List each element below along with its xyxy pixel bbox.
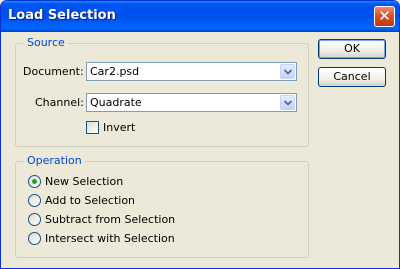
close-button[interactable]: ✕ — [374, 6, 395, 27]
radio-label[interactable]: Subtract from Selection — [45, 213, 175, 226]
dialog-title: Load Selection — [8, 8, 116, 23]
radio-label[interactable]: Add to Selection — [45, 194, 135, 207]
radio-button[interactable] — [28, 213, 41, 226]
document-select[interactable]: Car2.psd — [86, 62, 297, 81]
radio-button[interactable] — [28, 175, 41, 188]
invert-label[interactable]: Invert — [103, 121, 135, 134]
document-value: Car2.psd — [90, 65, 140, 78]
ok-button[interactable]: OK — [318, 39, 386, 59]
chevron-down-icon — [284, 69, 292, 75]
document-label: Document: — [23, 65, 84, 78]
channel-dropdown-button[interactable] — [280, 95, 295, 110]
load-selection-dialog: Load Selection ✕ Source Document: Car2.p… — [0, 0, 400, 269]
source-legend: Source — [24, 36, 68, 50]
chevron-down-icon — [284, 100, 292, 106]
source-group: Source Document: Car2.psd Channel: Quadr… — [15, 36, 309, 147]
invert-checkbox[interactable] — [86, 121, 99, 134]
dialog-body: Source Document: Car2.psd Channel: Quadr… — [4, 32, 396, 265]
radio-label[interactable]: Intersect with Selection — [45, 232, 175, 245]
title-bar[interactable]: Load Selection ✕ — [1, 1, 399, 32]
radio-selected-dot — [32, 179, 37, 184]
radio-button[interactable] — [28, 194, 41, 207]
operation-legend: Operation — [24, 154, 85, 168]
radio-label[interactable]: New Selection — [45, 175, 123, 188]
channel-value: Quadrate — [90, 96, 142, 109]
document-dropdown-button[interactable] — [280, 64, 295, 79]
channel-select[interactable]: Quadrate — [86, 93, 297, 112]
operation-group: Operation New Selection Add to Selection… — [15, 154, 309, 258]
close-icon: ✕ — [378, 7, 391, 25]
channel-label: Channel: — [35, 96, 84, 109]
cancel-button[interactable]: Cancel — [318, 67, 386, 87]
radio-button[interactable] — [28, 232, 41, 245]
